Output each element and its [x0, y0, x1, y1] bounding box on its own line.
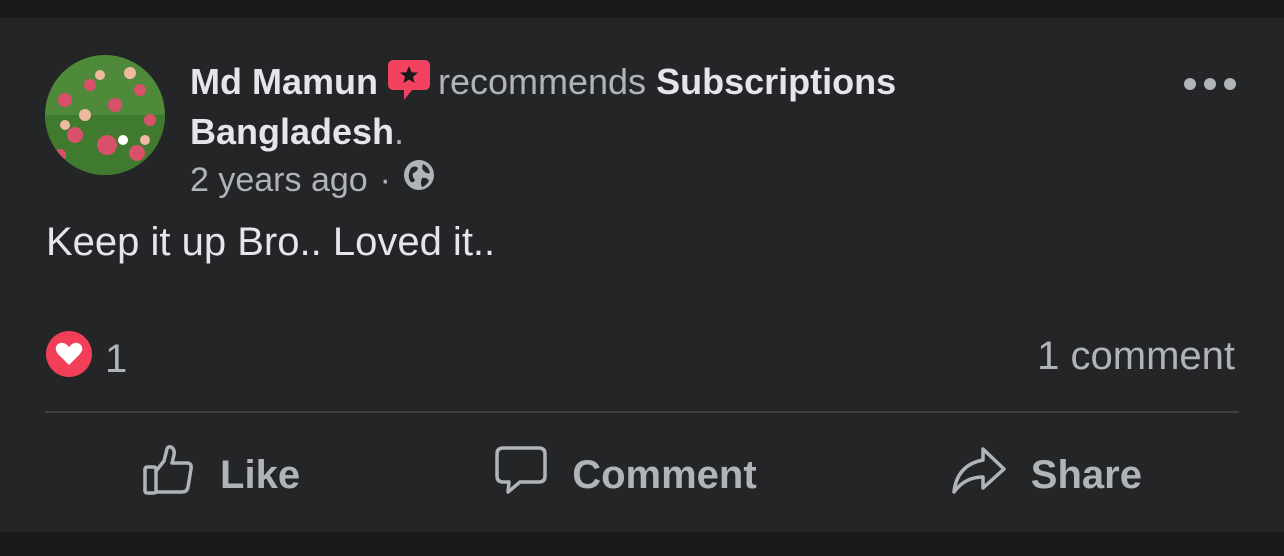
comments-count-link[interactable]: 1 comment [1037, 332, 1235, 380]
post-card: Md Mamun recommends Subscriptions Banglad… [0, 18, 1284, 532]
avatar[interactable] [45, 55, 165, 175]
love-reaction-icon [45, 330, 93, 388]
recommendation-icon [386, 58, 432, 111]
share-label: Share [1030, 452, 1142, 497]
more-dot-icon [1204, 78, 1216, 90]
share-button[interactable]: Share [951, 443, 1142, 507]
like-button[interactable]: Like [142, 443, 300, 507]
post-text: Keep it up Bro.. Loved it.. [46, 220, 496, 264]
post-timestamp[interactable]: 2 years ago [190, 158, 368, 202]
globe-icon [403, 158, 435, 202]
thumbs-up-icon [142, 443, 196, 507]
author-name[interactable]: Md Mamun [190, 61, 378, 102]
more-dot-icon [1224, 78, 1236, 90]
share-arrow-icon [951, 443, 1007, 507]
comment-icon [494, 443, 548, 507]
more-options-button[interactable] [1184, 74, 1236, 94]
reaction-count: 1 [105, 336, 128, 381]
reactions-summary[interactable]: 1 [45, 330, 127, 388]
action-bar: Like Comment Share [45, 438, 1239, 512]
recommends-verb: recommends [437, 61, 647, 102]
like-label: Like [220, 452, 301, 497]
header-period: . [394, 111, 405, 152]
comment-button[interactable]: Comment [494, 443, 757, 507]
comment-label: Comment [572, 452, 757, 497]
post-meta: 2 years ago · [190, 158, 435, 202]
divider [45, 411, 1239, 413]
post-header: Md Mamun recommends Subscriptions Banglad… [190, 58, 1090, 153]
meta-separator: · [379, 161, 391, 199]
more-dot-icon [1184, 78, 1196, 90]
